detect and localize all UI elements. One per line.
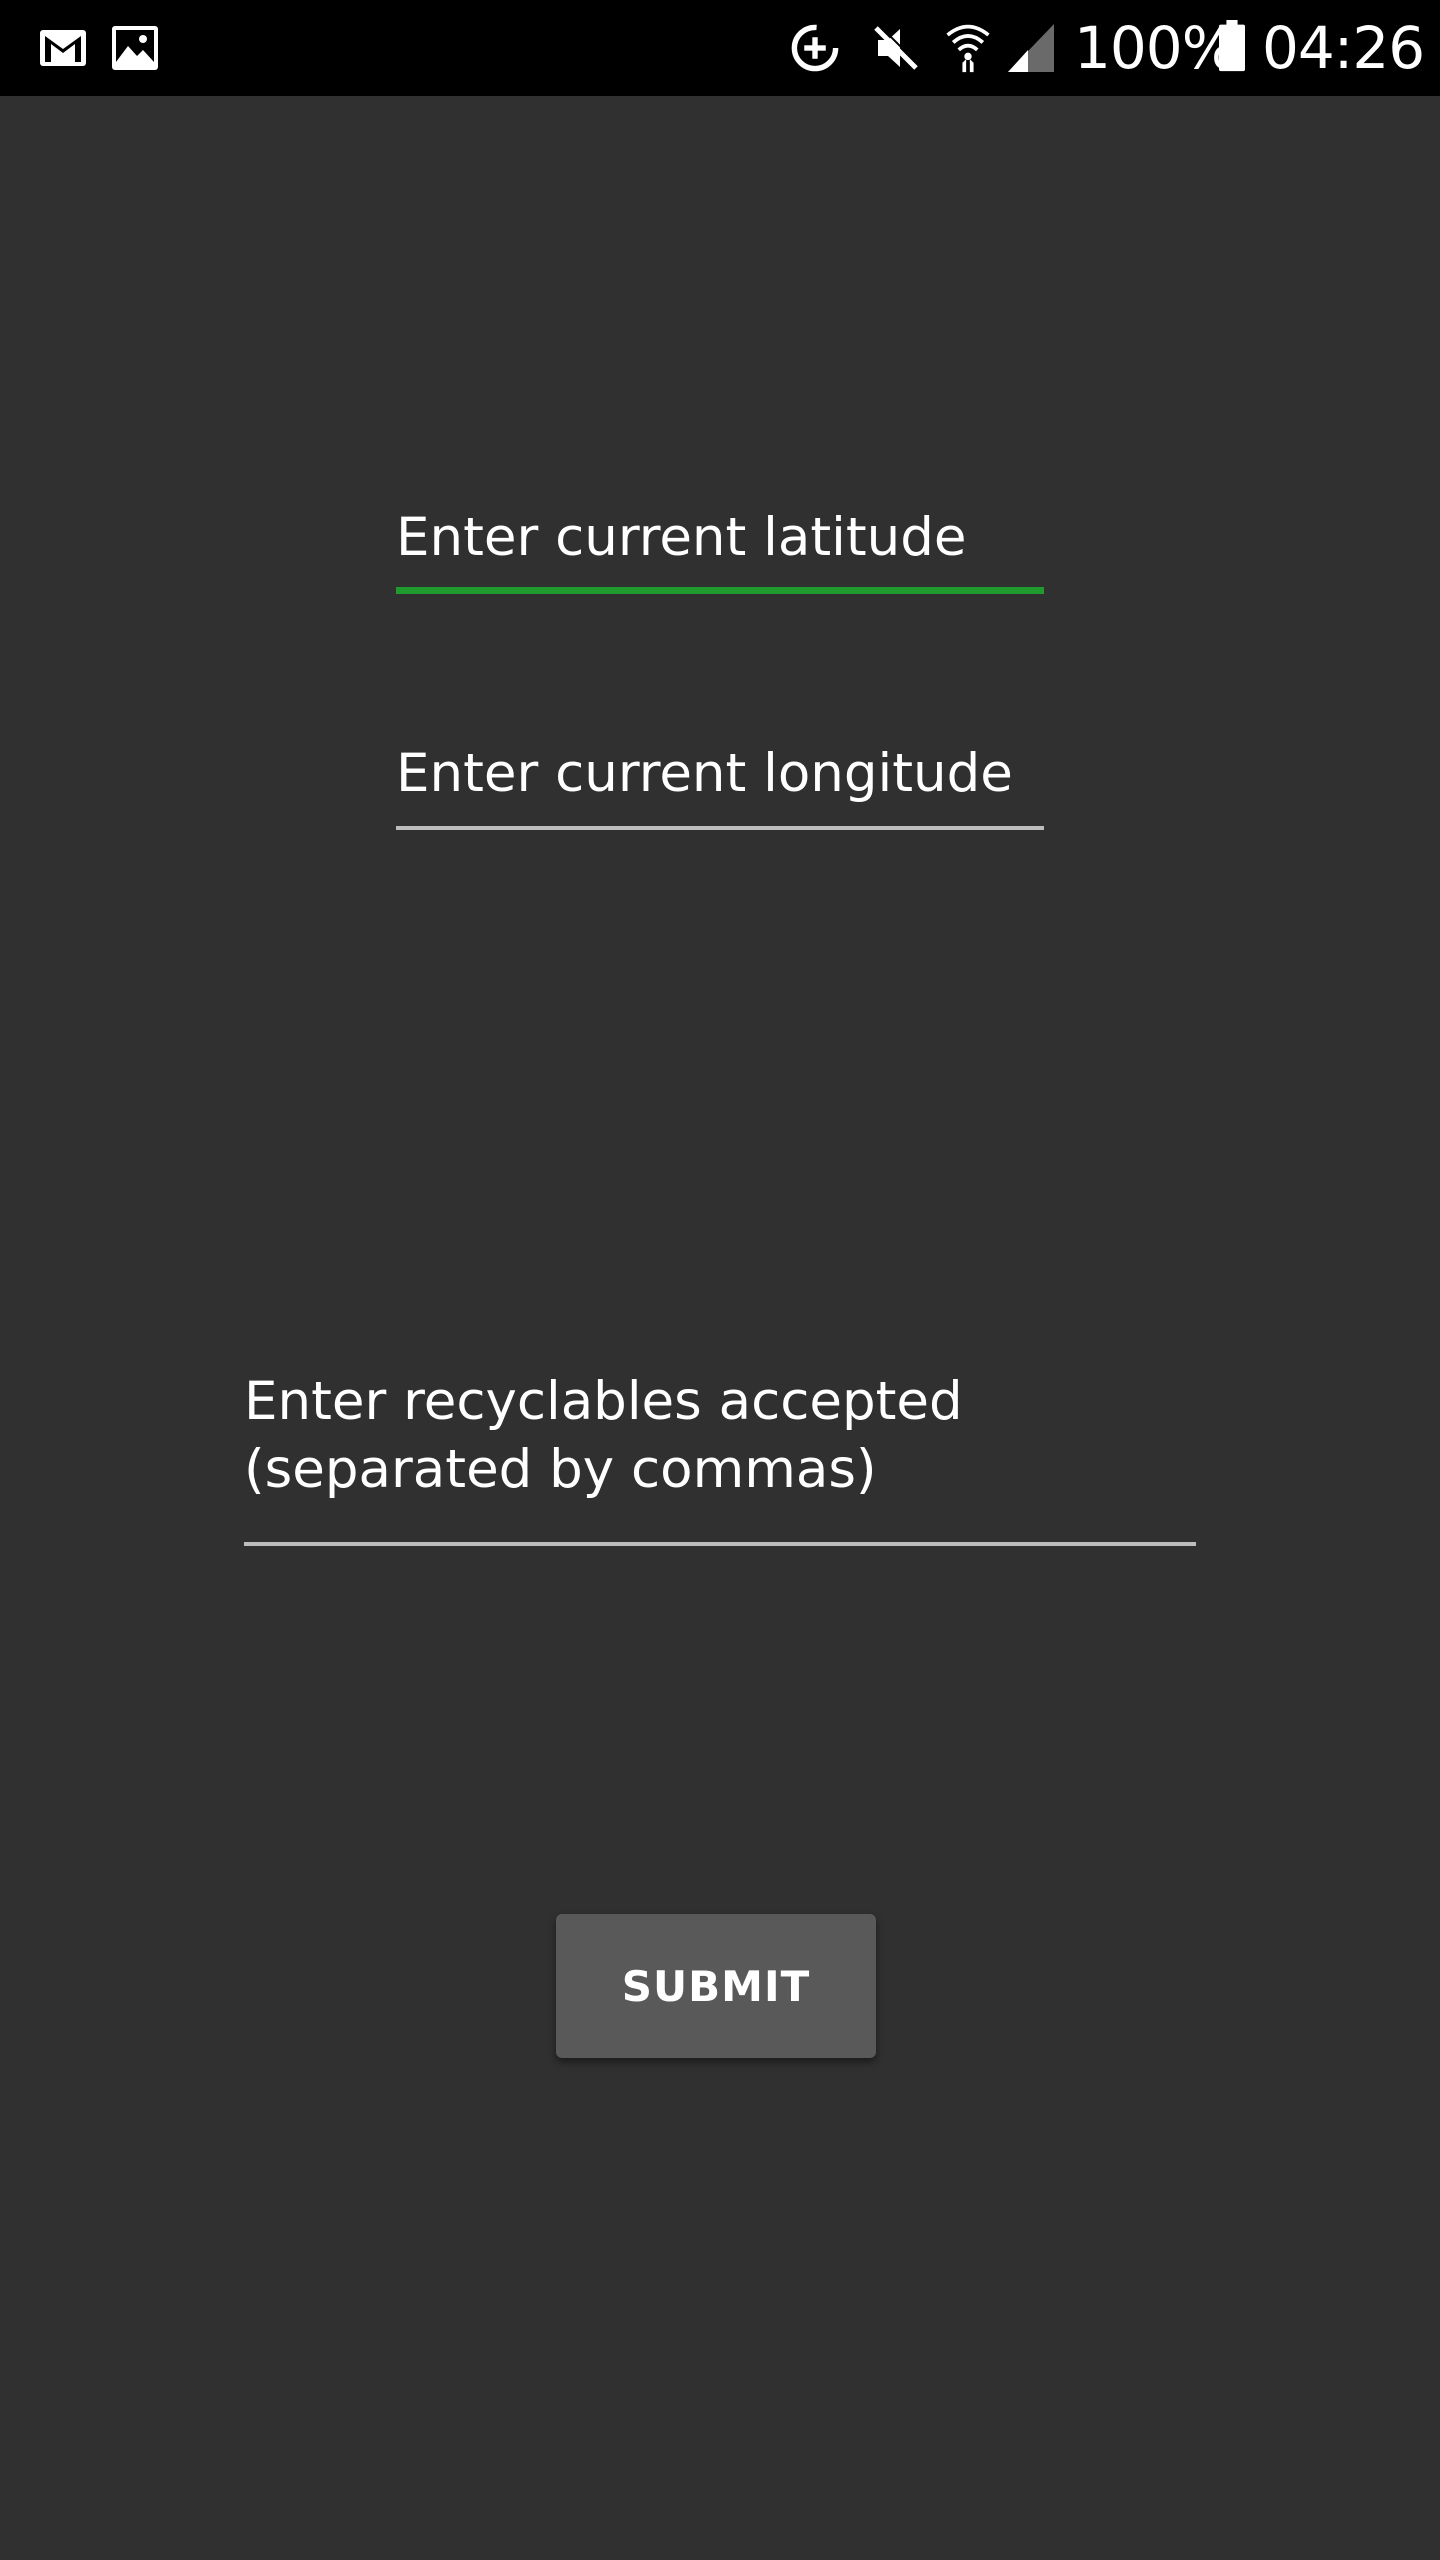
data-saver-icon: [791, 24, 839, 72]
recyclables-underline: [244, 1542, 1196, 1546]
recyclables-placeholder: Enter recyclables accepted (separated by…: [244, 1371, 963, 1500]
status-time: 04:26: [1262, 14, 1425, 82]
latitude-input[interactable]: Enter current latitude: [396, 494, 1044, 594]
latitude-placeholder: Enter current latitude: [396, 507, 967, 568]
battery-percent: 100%: [1074, 14, 1237, 82]
mute-icon: [874, 24, 920, 70]
battery-icon: [1219, 20, 1245, 72]
longitude-input[interactable]: Enter current longitude: [396, 730, 1044, 830]
longitude-underline: [396, 826, 1044, 830]
longitude-placeholder: Enter current longitude: [396, 743, 1013, 804]
cell-signal-icon: [1008, 24, 1054, 72]
app-content: Enter current latitude Enter current lon…: [0, 96, 1440, 2560]
status-bar: 100% 04:26: [0, 0, 1440, 96]
recyclables-input[interactable]: Enter recyclables accepted (separated by…: [244, 1366, 1196, 1546]
gallery-icon: [112, 26, 158, 70]
submit-button[interactable]: SUBMIT: [556, 1914, 876, 2058]
gmail-icon: [40, 30, 86, 66]
latitude-underline: [396, 587, 1044, 594]
wifi-icon: [946, 24, 990, 73]
